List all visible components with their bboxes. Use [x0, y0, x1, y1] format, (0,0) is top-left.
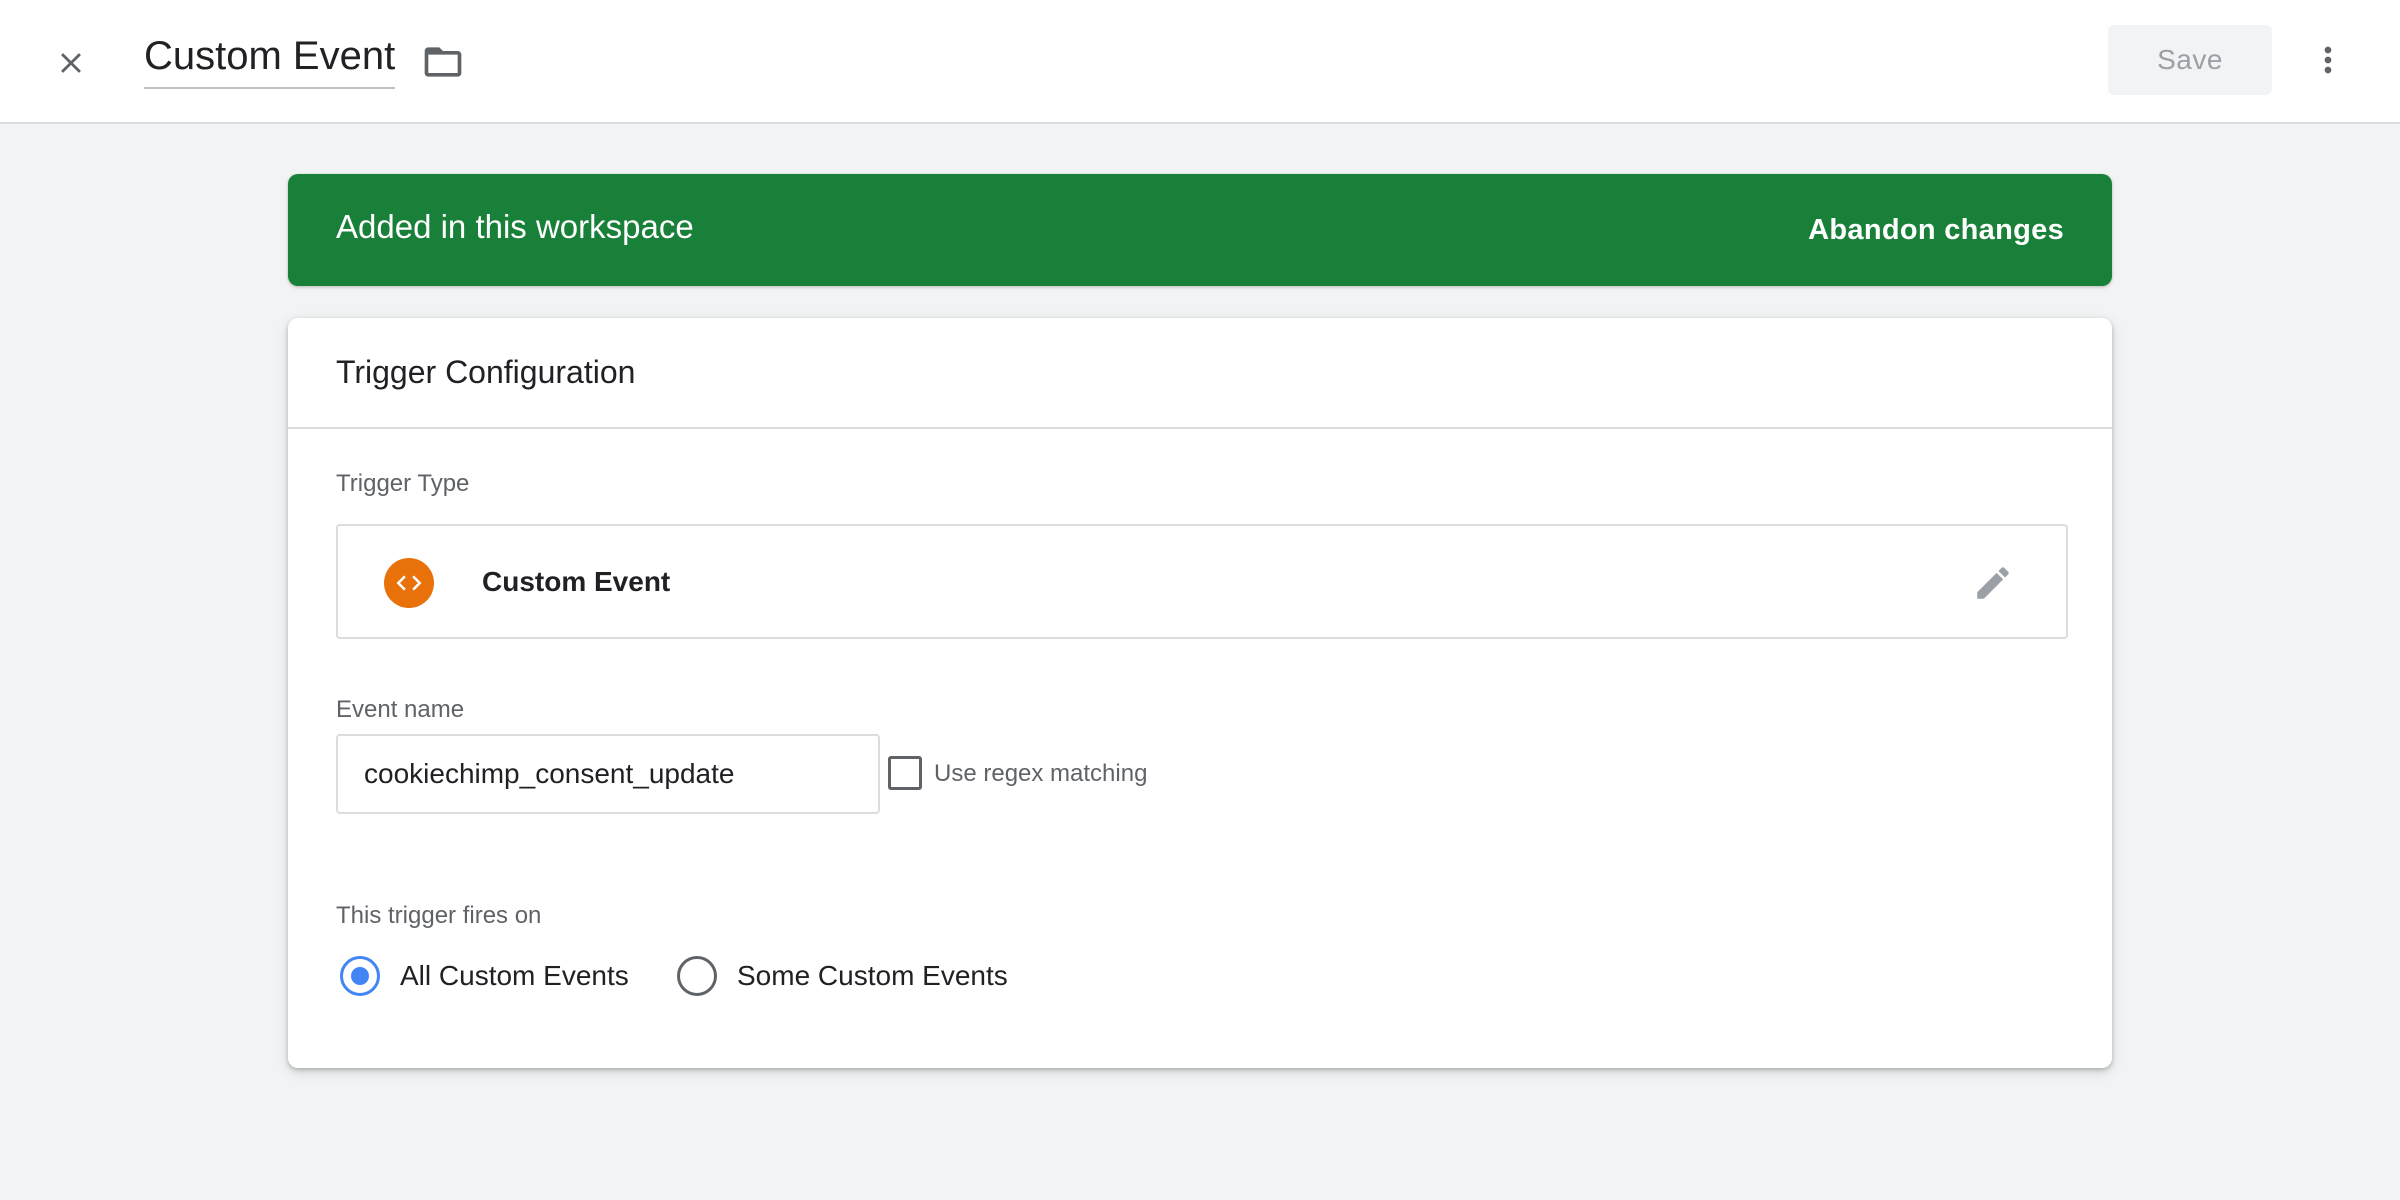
regex-checkbox-label[interactable]: Use regex matching: [934, 760, 1147, 788]
trigger-configuration-card: Trigger Configuration Trigger Type Custo…: [288, 318, 2112, 1068]
close-icon: [61, 53, 81, 73]
event-name-input[interactable]: [336, 734, 880, 814]
page-title[interactable]: Custom Event: [144, 34, 396, 89]
save-button[interactable]: Save: [2108, 25, 2272, 95]
trigger-type-name: Custom Event: [482, 566, 671, 597]
folder-button[interactable]: [416, 38, 470, 86]
radio-some-custom-events[interactable]: [677, 956, 717, 996]
regex-checkbox[interactable]: [888, 756, 922, 790]
abandon-changes-button[interactable]: Abandon changes: [1808, 214, 2064, 247]
radio-label-some-custom-events[interactable]: Some Custom Events: [737, 960, 1008, 992]
fires-on-label: This trigger fires on: [336, 902, 542, 929]
more-vert-icon: [2324, 46, 2332, 74]
radio-label-all-custom-events[interactable]: All Custom Events: [400, 960, 629, 992]
event-name-label: Event name: [336, 696, 465, 723]
more-options-button[interactable]: [2304, 32, 2352, 88]
radio-all-custom-events[interactable]: [340, 956, 380, 996]
edit-pencil-icon[interactable]: [1972, 562, 2014, 604]
card-title: Trigger Configuration: [336, 354, 636, 390]
trigger-type-label: Trigger Type: [336, 470, 470, 497]
card-header: Trigger Configuration: [288, 318, 2112, 429]
code-brackets-icon: [384, 558, 434, 608]
close-button[interactable]: [40, 32, 102, 94]
top-bar: Custom Event Save: [0, 0, 2400, 124]
trigger-type-selector[interactable]: Custom Event: [336, 524, 2068, 639]
folder-icon: [424, 47, 462, 77]
workspace-status-banner: Added in this workspace Abandon changes: [288, 174, 2112, 286]
banner-text: Added in this workspace: [336, 208, 694, 245]
